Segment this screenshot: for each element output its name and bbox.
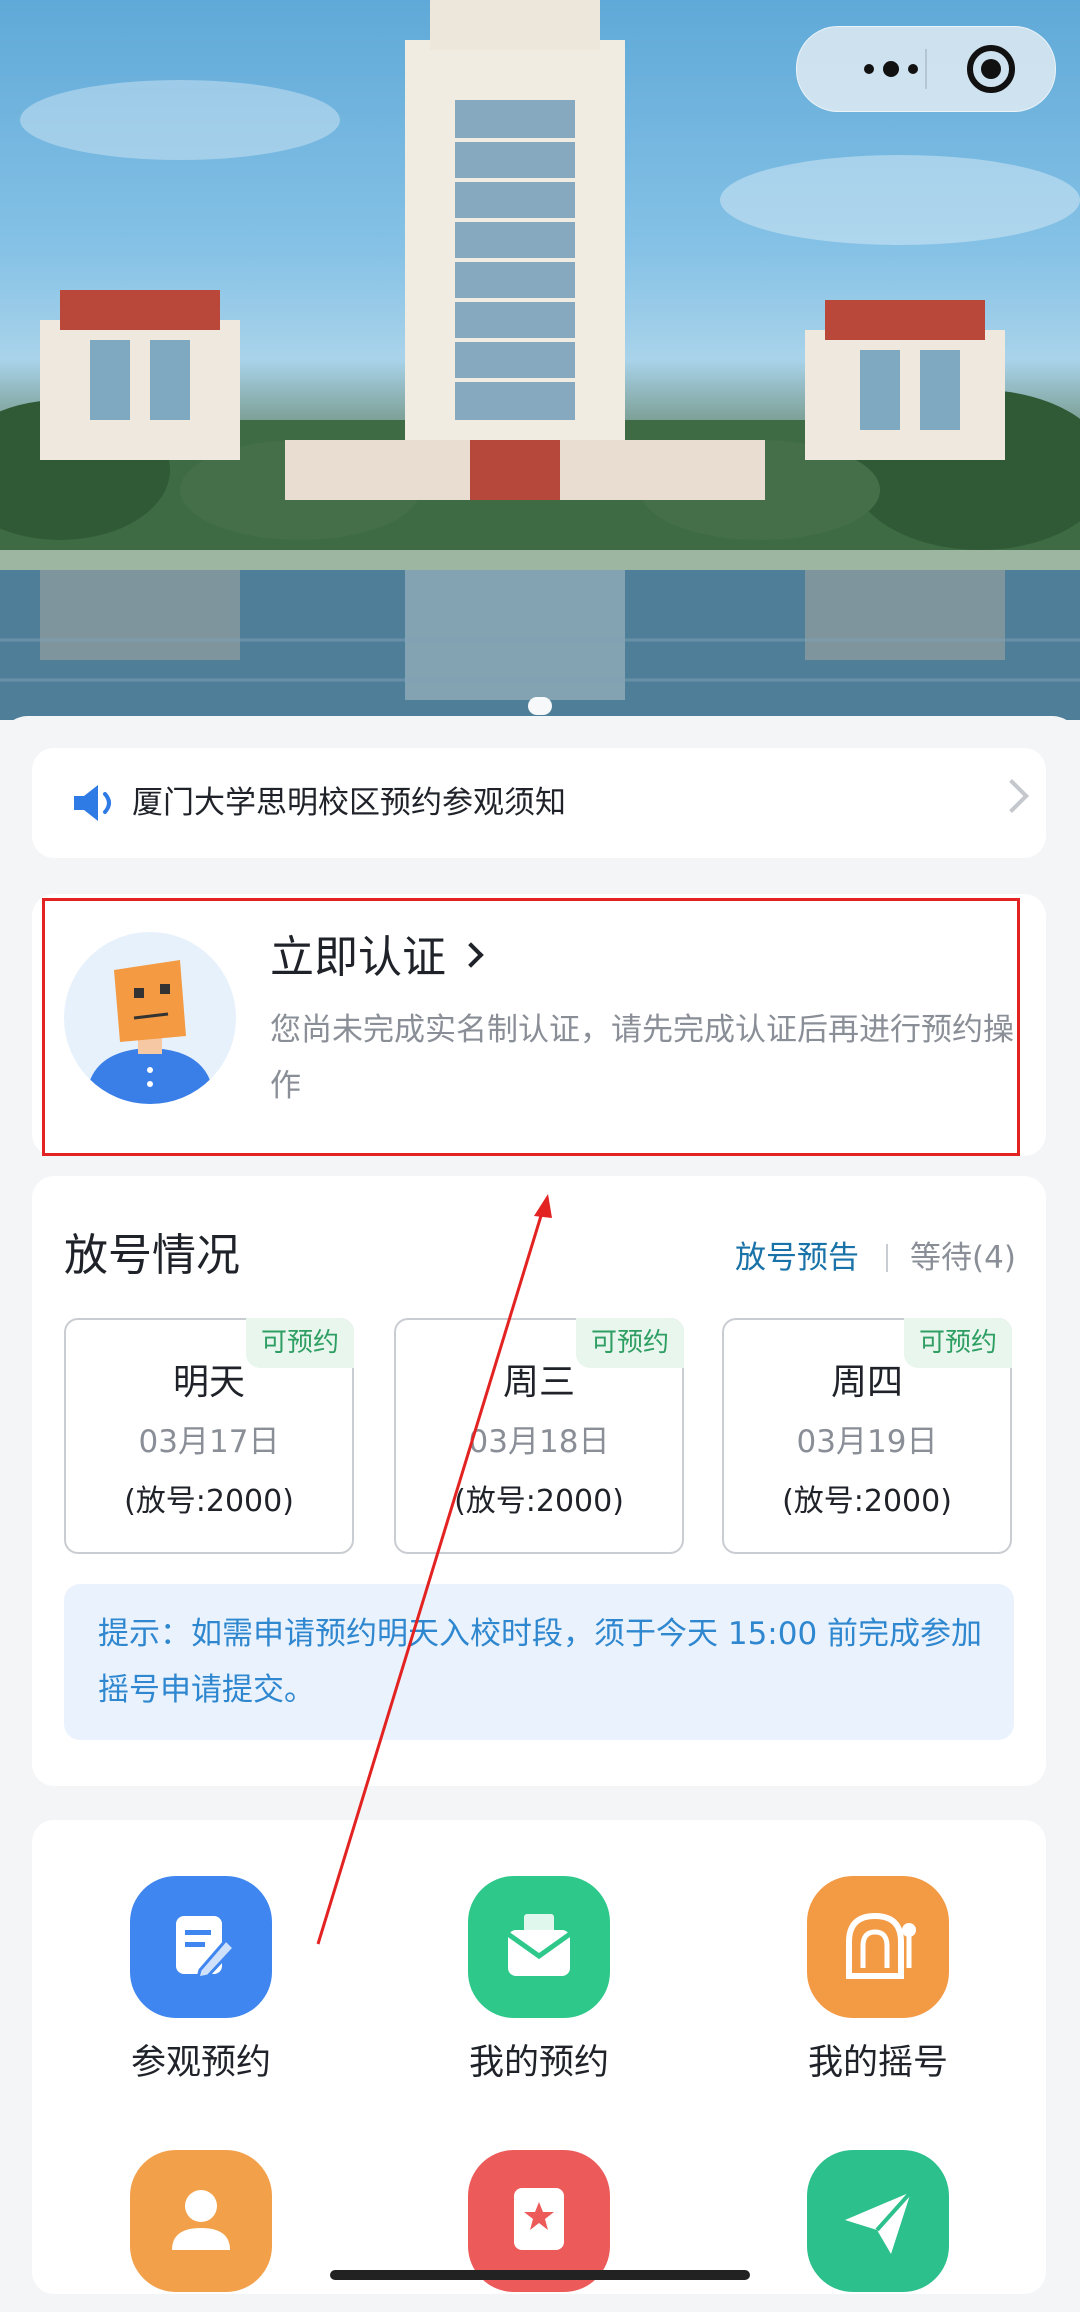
annotation-arrow: [316, 1194, 552, 1945]
home-indicator: [330, 2270, 750, 2280]
